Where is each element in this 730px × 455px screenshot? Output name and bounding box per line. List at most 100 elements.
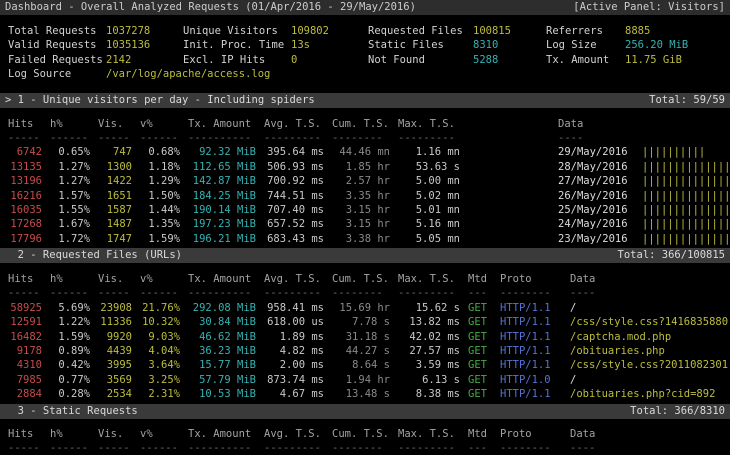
- cell-hpct: 1.72%: [50, 232, 90, 246]
- separator-avg: ---------: [264, 441, 324, 455]
- cell-max: 3.59 ms: [398, 358, 460, 372]
- separator-hpct: ------: [50, 131, 90, 145]
- separator-vis: -----: [98, 286, 132, 300]
- cell-vis: 1487: [98, 217, 132, 231]
- column-header-max: Max. T.S.: [398, 117, 460, 131]
- panel-header-requested-files[interactable]: 2 - Requested Files (URLs) Total: 366/10…: [0, 248, 730, 263]
- table-row[interactable]: 67420.65%7470.68%92.32 MiB395.64 ms44.46…: [0, 145, 730, 159]
- cell-bars: ||||||||||||||||||||||||: [642, 217, 730, 231]
- table-row[interactable]: 164821.59%99209.03%46.62 MiB1.89 ms31.18…: [0, 330, 730, 344]
- cell-max: 5.01 mn: [398, 203, 460, 217]
- table-row[interactable]: 125911.22%1133610.32%30.84 MiB618.00 us7…: [0, 315, 730, 329]
- cell-avg: 395.64 ms: [264, 145, 324, 159]
- table-row[interactable]: 131351.27%13001.18%112.65 MiB506.93 ms1.…: [0, 160, 730, 174]
- cell-hits: 4310: [8, 358, 42, 372]
- separator-spacer: [468, 131, 550, 145]
- summary-label: Log Source: [8, 67, 106, 81]
- cell-spacer: [468, 174, 550, 188]
- separator-hits: -----: [8, 286, 42, 300]
- cell-vis: 1651: [98, 189, 132, 203]
- separator-avg: ---------: [264, 286, 324, 300]
- column-header-tx: Tx. Amount: [188, 427, 256, 441]
- cell-hits: 16035: [8, 203, 42, 217]
- cell-max: 5.02 mn: [398, 189, 460, 203]
- table-header-row: Hitsh%Vis.v%Tx. AmountAvg. T.S.Cum. T.S.…: [0, 427, 730, 441]
- cell-vpct: 4.04%: [140, 344, 180, 358]
- summary-value: 100815: [473, 24, 546, 38]
- table-row[interactable]: 177961.72%17471.59%196.21 MiB683.43 ms3.…: [0, 232, 730, 246]
- cell-cum: 44.46 mn: [332, 145, 390, 159]
- cell-avg: 1.89 ms: [264, 330, 324, 344]
- cell-tx: 15.77 MiB: [188, 358, 256, 372]
- column-header-hpct: h%: [50, 427, 90, 441]
- summary-value: 11.75 GiB: [625, 53, 730, 67]
- cell-max: 8.38 ms: [398, 387, 460, 401]
- separator-vis: -----: [98, 441, 132, 455]
- table-row[interactable]: 28840.28%25342.31%10.53 MiB4.67 ms13.48 …: [0, 387, 730, 401]
- cell-spacer: [468, 232, 550, 246]
- table-row[interactable]: 79850.77%35693.25%57.79 MiB873.74 ms1.94…: [0, 373, 730, 387]
- cell-hpct: 0.77%: [50, 373, 90, 387]
- cell-data: /obituaries.php: [570, 344, 730, 358]
- column-header-vis: Vis.: [98, 117, 132, 131]
- cell-spacer: [468, 145, 550, 159]
- table-row[interactable]: 91780.89%44394.04%36.23 MiB4.82 ms44.27 …: [0, 344, 730, 358]
- cell-cum: 13.48 s: [332, 387, 390, 401]
- cell-vpct: 1.29%: [140, 174, 180, 188]
- cell-hits: 17796: [8, 232, 42, 246]
- table-row[interactable]: 172681.67%14871.35%197.23 MiB657.52 ms3.…: [0, 217, 730, 231]
- summary-value: 109802: [291, 24, 368, 38]
- cell-tx: 10.53 MiB: [188, 387, 256, 401]
- cell-cum: 31.18 s: [332, 330, 390, 344]
- cell-hpct: 1.57%: [50, 189, 90, 203]
- cell-mtd: GET: [468, 301, 492, 315]
- table-row[interactable]: 131961.27%14221.29%142.87 MiB700.92 ms2.…: [0, 174, 730, 188]
- panel-header-unique-visitors[interactable]: > 1 - Unique visitors per day - Includin…: [0, 93, 730, 108]
- cell-vis: 11336: [98, 315, 132, 329]
- cell-vis: 4439: [98, 344, 132, 358]
- cell-bars: |||||||||||||||||||||||: [642, 189, 730, 203]
- cell-avg: 2.00 ms: [264, 358, 324, 372]
- cell-hits: 17268: [8, 217, 42, 231]
- table-row[interactable]: 43100.42%39953.64%15.77 MiB2.00 ms8.64 s…: [0, 358, 730, 372]
- cell-vpct: 0.68%: [140, 145, 180, 159]
- panel-title: 3 - Static Requests: [5, 404, 138, 419]
- separator-tx: ----------: [188, 441, 256, 455]
- panel-requested-files: 2 - Requested Files (URLs) Total: 366/10…: [0, 248, 730, 402]
- cell-vpct: 1.35%: [140, 217, 180, 231]
- separator-data: ----: [570, 286, 730, 300]
- panel-header-static-requests[interactable]: 3 - Static Requests Total: 366/8310: [0, 404, 730, 419]
- cell-vis: 3995: [98, 358, 132, 372]
- cell-hpct: 5.69%: [50, 301, 90, 315]
- table-row[interactable]: 162161.57%16511.50%184.25 MiB744.51 ms3.…: [0, 189, 730, 203]
- cell-vis: 9920: [98, 330, 132, 344]
- summary-label: Tx. Amount: [546, 53, 625, 67]
- cell-max: 1.16 mn: [398, 145, 460, 159]
- cell-avg: 4.67 ms: [264, 387, 324, 401]
- column-header-proto: Proto: [500, 272, 562, 286]
- summary-value: 1035136: [106, 38, 183, 52]
- cell-bars: |||||||||||||||||||: [642, 174, 730, 188]
- separator-mtd: ---: [468, 286, 492, 300]
- cell-hits: 16216: [8, 189, 42, 203]
- cell-proto: HTTP/1.0: [500, 373, 562, 387]
- panel-unique-visitors: > 1 - Unique visitors per day - Includin…: [0, 93, 730, 247]
- panel-title: > 1 - Unique visitors per day - Includin…: [5, 93, 315, 108]
- cell-cum: 1.94 hr: [332, 373, 390, 387]
- cell-cum: 3.15 hr: [332, 217, 390, 231]
- column-header-cum: Cum. T.S.: [332, 272, 390, 286]
- cell-cum: 3.38 hr: [332, 232, 390, 246]
- cell-vpct: 1.18%: [140, 160, 180, 174]
- cell-avg: 700.92 ms: [264, 174, 324, 188]
- separator-cum: --------: [332, 131, 390, 145]
- cell-vpct: 9.03%: [140, 330, 180, 344]
- separator-max: ---------: [398, 131, 460, 145]
- unique-visitors-table: Hitsh%Vis.v%Tx. AmountAvg. T.S.Cum. T.S.…: [0, 117, 730, 247]
- separator-vpct: ------: [140, 286, 180, 300]
- cell-cum: 1.85 hr: [332, 160, 390, 174]
- table-row[interactable]: 160351.55%15871.44%190.14 MiB707.40 ms3.…: [0, 203, 730, 217]
- table-row[interactable]: 589255.69%2390821.76%292.08 MiB958.41 ms…: [0, 301, 730, 315]
- separator-vis: -----: [98, 131, 132, 145]
- titlebar-text: Dashboard - Overall Analyzed Requests (0…: [5, 0, 416, 15]
- separator-mtd: ---: [468, 441, 492, 455]
